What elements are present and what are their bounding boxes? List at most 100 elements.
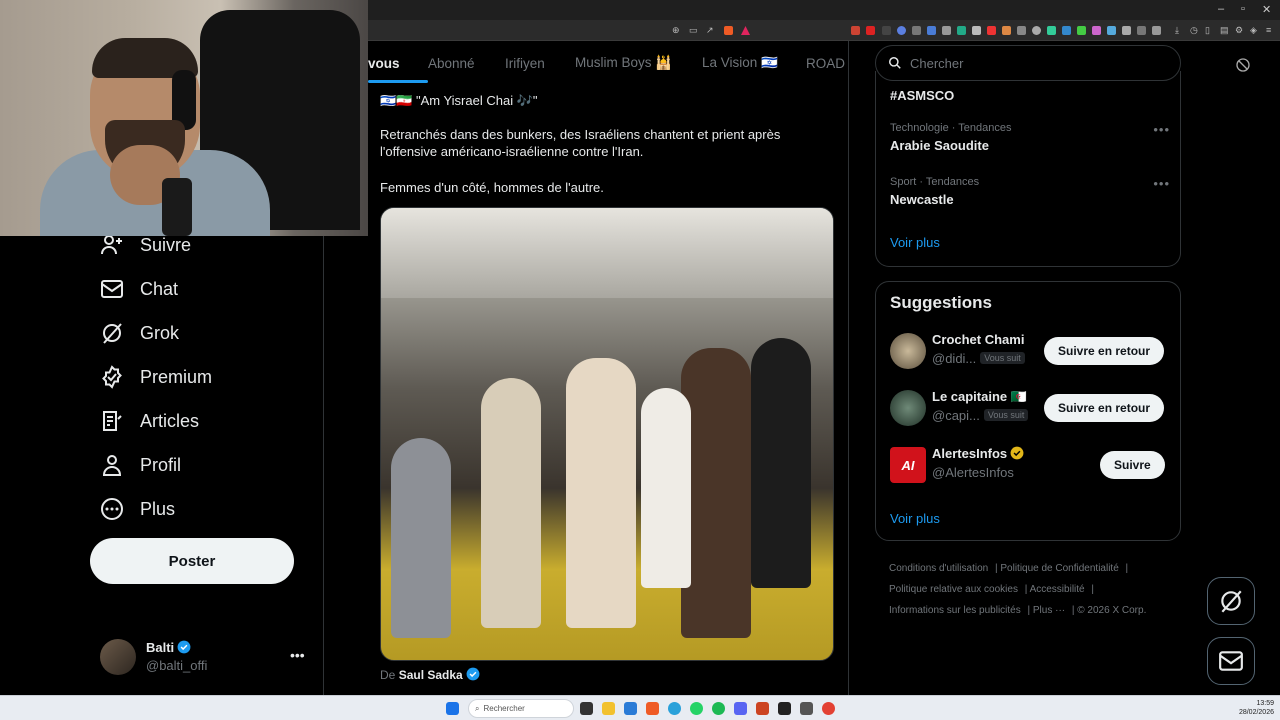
app-icon[interactable] [756,702,769,715]
account-switcher[interactable]: Balti @balti_offi ••• [100,639,310,679]
trend-item[interactable]: #ASMSCO [890,84,1170,103]
minimize-icon[interactable]: – [1218,3,1224,15]
app-icon[interactable] [800,702,813,715]
nav-item-chat[interactable]: Chat [100,271,178,307]
share-icon[interactable]: ↗ [706,25,714,36]
grok-fab[interactable] [1207,577,1255,625]
brave-shield-icon[interactable] [724,26,733,35]
footer-link-cookies[interactable]: Politique relative aux cookies [889,584,1018,595]
video-person [751,338,811,588]
wallet-icon[interactable]: ▤ [1220,25,1229,36]
extension-icon[interactable] [1092,26,1101,35]
suggestion-item[interactable]: Crochet Chami @didi... Vous suit Suivre e… [890,331,1170,371]
premium-icon [102,365,122,389]
extension-icon[interactable] [1122,26,1131,35]
extension-icon[interactable] [942,26,951,35]
suggestion-item[interactable]: Le capitaine 🇩🇿 @capi... Vous suit Suivre… [890,388,1170,428]
whatsapp-icon[interactable] [690,702,703,715]
post-button[interactable]: Poster [90,538,294,584]
sidebar-icon[interactable]: ▯ [1205,25,1210,36]
suggestion-handle: @capi... Vous suit [932,408,1029,423]
extension-icon[interactable] [1032,26,1041,35]
nav-item-profile[interactable]: Profil [100,447,181,483]
tab-muslim-boys[interactable]: Muslim Boys 🕌 [575,41,702,85]
follow-back-button[interactable]: Suivre en retour [1044,394,1165,422]
spotify-icon[interactable] [712,702,725,715]
taskbar-search[interactable]: ⌕ Rechercher [468,699,574,718]
footer-link-terms[interactable]: Conditions d'utilisation [889,563,988,574]
extension-icon[interactable] [897,26,906,35]
messages-fab[interactable] [1207,637,1255,685]
extension-icon[interactable] [957,26,966,35]
footer-link-privacy[interactable]: Politique de Confidentialité [1000,563,1118,574]
follow-button[interactable]: Suivre [1100,451,1165,479]
tab-road[interactable]: ROAD [806,41,848,85]
menu-icon[interactable]: ≡ [1266,25,1271,35]
extension-icon[interactable] [912,26,921,35]
trend-item[interactable]: Technologie · Tendances Arabie Saoudite … [890,122,1170,153]
trend-meta: Sport · Tendances [890,176,980,188]
screen-icon[interactable]: ▭ [689,25,698,36]
nav-item-grok[interactable]: Grok [100,315,179,351]
nav-item-more[interactable]: Plus [100,491,175,527]
tweet-video[interactable] [380,207,834,661]
start-icon[interactable] [446,702,459,715]
taskbar-clock[interactable]: 13:59 28/02/2026 [1239,699,1274,717]
suggestions-show-more[interactable]: Voir plus [890,511,940,526]
settings-icon[interactable]: ⚙ [1235,25,1243,36]
tab-for-you[interactable]: vous [368,41,428,85]
extension-icon[interactable] [851,26,860,35]
rewards-icon[interactable] [741,26,750,35]
nav-item-premium[interactable]: Premium [100,359,212,395]
trends-show-more[interactable]: Voir plus [890,235,940,250]
extension-icon[interactable] [1107,26,1116,35]
extension-icon[interactable] [1047,26,1056,35]
restore-icon[interactable]: ▫ [1241,3,1245,15]
extension-icon[interactable] [972,26,981,35]
account-more-icon[interactable]: ••• [290,647,305,663]
close-window-icon[interactable]: ✕ [1262,3,1271,16]
brave-icon[interactable] [646,702,659,715]
extension-icon[interactable] [927,26,936,35]
obs-icon[interactable] [778,702,791,715]
suggestion-item[interactable]: AI AlertesInfos @AlertesInfos Suivre [890,445,1170,485]
store-icon[interactable] [624,702,637,715]
download-icon[interactable]: ⤓ [1175,25,1179,36]
extension-icon[interactable] [882,26,891,35]
search-input[interactable] [910,55,1160,71]
extension-icon[interactable] [987,26,996,35]
footer-link-accessibility[interactable]: Accessibilité [1030,584,1085,595]
telegram-icon[interactable] [668,702,681,715]
discord-icon[interactable] [734,702,747,715]
more-icon[interactable]: ••• [1153,176,1170,191]
history-icon[interactable]: ◷ [1190,25,1198,36]
tab-la-vision[interactable]: La Vision 🇮🇱 [702,41,806,85]
grok-icon [1221,590,1242,613]
block-icon[interactable] [1235,57,1251,73]
webcam-overlay [0,0,368,236]
search-box[interactable] [875,45,1181,81]
file-explorer-icon[interactable] [602,702,615,715]
tab-irifiyen[interactable]: Irifiyen [505,41,575,85]
tab-following[interactable]: Abonné [428,41,505,85]
extension-icon[interactable] [866,26,875,35]
shield-icon[interactable]: ◈ [1250,25,1257,36]
more-icon[interactable]: ••• [1153,122,1170,137]
extension-icon[interactable] [1077,26,1086,35]
extension-icon[interactable] [1137,26,1146,35]
extension-icon[interactable] [1062,26,1071,35]
chrome-icon[interactable] [822,702,835,715]
footer-link-more[interactable]: Plus ··· [1033,605,1065,616]
extension-icon[interactable] [1002,26,1011,35]
zoom-icon[interactable]: ⊕ [672,25,680,36]
task-view-icon[interactable] [580,702,593,715]
attribution-name[interactable]: Saul Sadka [399,668,463,682]
footer-link-ads[interactable]: Informations sur les publicités [889,605,1021,616]
extension-icon[interactable] [1152,26,1161,35]
nav-item-articles[interactable]: Articles [100,403,199,439]
trend-item[interactable]: Sport · Tendances Newcastle ••• [890,176,1170,207]
extension-icon[interactable] [1017,26,1026,35]
nav-label: Premium [140,366,213,387]
taskbar: ⌕ Rechercher 13:59 28/02/2026 [0,695,1280,720]
follow-back-button[interactable]: Suivre en retour [1044,337,1165,365]
